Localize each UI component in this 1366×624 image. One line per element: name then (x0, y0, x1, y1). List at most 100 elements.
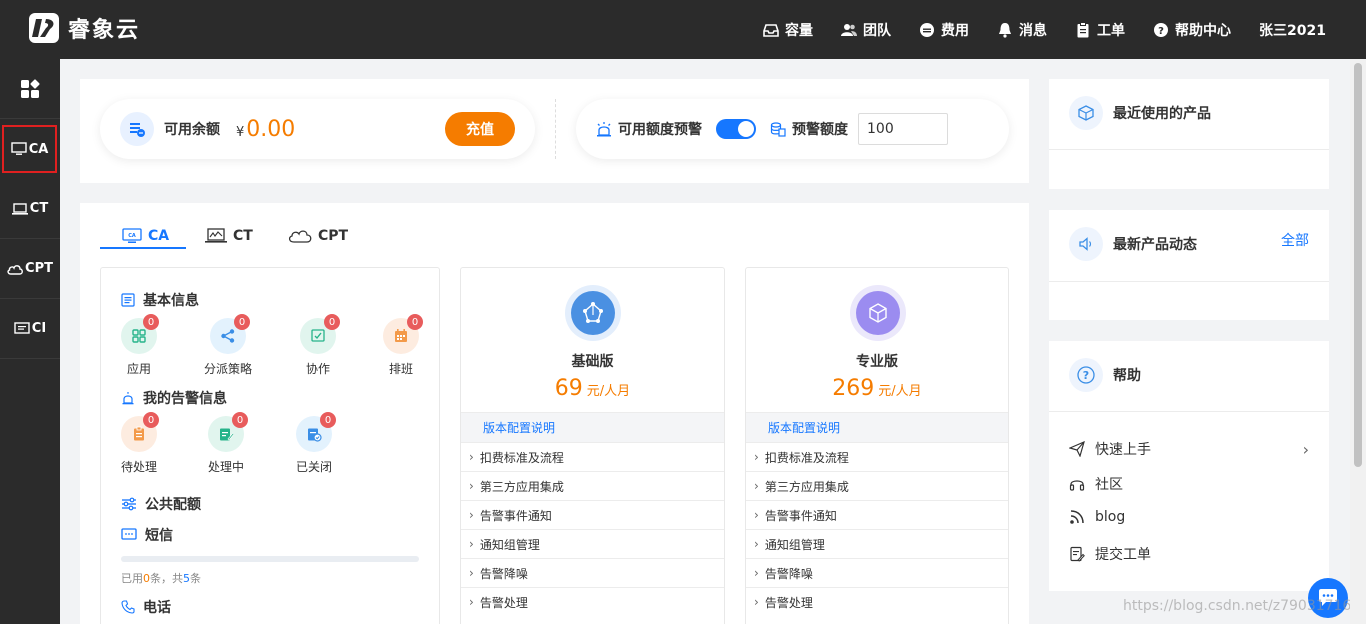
svg-text:?: ? (1083, 369, 1089, 382)
plan-feature-row[interactable]: › 第三方应用集成 (461, 471, 724, 500)
feature-label: 扣费标准及流程 (479, 450, 564, 465)
tile-collaboration[interactable]: 0 协作 (278, 314, 358, 377)
nav-team[interactable]: 团队 (841, 20, 891, 40)
feature-label: 扣费标准及流程 (764, 450, 849, 465)
sliders-icon (122, 497, 136, 511)
sms-progress-bar (121, 556, 419, 562)
plan-feature-row[interactable]: › 告警降噪 (461, 558, 724, 587)
user-name[interactable]: 张三2021 (1259, 20, 1326, 40)
help-card: ? 帮助 快速上手 › 社区 blog 提交工单 (1049, 341, 1329, 591)
currency-symbol: ¥ (236, 124, 245, 140)
news-all-link[interactable]: 全部 (1281, 230, 1309, 250)
tab-ca[interactable]: CA CA (122, 223, 169, 249)
scrollbar-thumb[interactable] (1354, 63, 1362, 467)
phone-title: 电话 (143, 600, 171, 616)
chevron-right-icon: › (469, 450, 474, 464)
help-item-blog[interactable]: blog (1069, 509, 1125, 525)
sidebar-item-ct[interactable]: CT (0, 179, 60, 239)
tile-closed[interactable]: 0 已关闭 (274, 412, 354, 475)
feature-label: 告警处理 (764, 595, 813, 610)
plan-feature-row[interactable]: › 告警处理 (461, 587, 724, 616)
product-news-card: 最新产品动态 全部 (1049, 210, 1329, 320)
tile-applications[interactable]: 0 应用 (99, 314, 179, 377)
feature-label: 告警处理 (479, 595, 528, 610)
plan-feature-row[interactable]: › 告警降噪 (746, 558, 1008, 587)
brand-name: 睿象云 (68, 18, 141, 43)
plan-price-row: 69 元/人月 (461, 376, 724, 401)
nav-messages-label: 消息 (1019, 22, 1048, 39)
balance-label: 可用余额 (164, 122, 220, 138)
count-badge: 0 (234, 314, 250, 330)
nav-messages[interactable]: 消息 (997, 20, 1047, 40)
plan-feature-row[interactable]: › 告警事件通知 (746, 500, 1008, 529)
chevron-right-icon: › (754, 566, 759, 580)
my-alerts-heading: 我的告警信息 (121, 388, 227, 408)
sidebar-item-ci[interactable]: CI (0, 299, 60, 359)
plan-feature-row[interactable]: › 扣费标准及流程 (746, 442, 1008, 471)
plan-feature-row[interactable]: › 第三方应用集成 (746, 471, 1008, 500)
monitor-icon: CA (122, 228, 142, 243)
tile-label: 待处理 (120, 460, 157, 474)
nav-billing[interactable]: 费用 (919, 20, 969, 40)
chevron-right-icon: › (469, 508, 474, 522)
nav-capacity[interactable]: 容量 (763, 20, 813, 40)
tile-pending[interactable]: 0 待处理 (99, 412, 179, 475)
nav-tickets[interactable]: 工单 (1075, 20, 1125, 40)
logo[interactable]: 睿象云 (28, 12, 140, 44)
plan-feature-row[interactable]: › 告警事件通知 (461, 500, 724, 529)
cloud-icon (288, 230, 312, 243)
nav-help-center[interactable]: ? 帮助中心 (1153, 20, 1231, 40)
plan-price: 69 (554, 376, 583, 401)
recent-products-title: 最近使用的产品 (1113, 106, 1211, 122)
basic-info-panel: 基本信息 0 应用 0 分派策略 0 协作 0 排班 我的告警信息 0 待处理 … (100, 267, 440, 624)
plan-feature-row[interactable]: › 扣费标准及流程 (461, 442, 724, 471)
nav-billing-label: 费用 (941, 22, 970, 39)
feature-label: 通知组管理 (764, 537, 825, 552)
tile-dispatch-policy[interactable]: 0 分派策略 (188, 314, 268, 377)
basic-info-title: 基本信息 (143, 293, 199, 309)
plan-config-link[interactable]: 版本配置说明 (746, 412, 1008, 442)
tab-active-indicator (100, 247, 186, 249)
coin-icon (920, 22, 935, 37)
sidebar-item-apps[interactable] (0, 59, 60, 119)
recent-products-heading: 最近使用的产品 (1069, 96, 1211, 130)
tile-schedule[interactable]: 0 排班 (361, 314, 441, 377)
scrollbar[interactable] (1350, 59, 1366, 624)
feature-label: 第三方应用集成 (764, 479, 849, 494)
plan-feature-row[interactable]: › 通知组管理 (746, 529, 1008, 558)
paper-plane-icon (1069, 441, 1085, 457)
tile-processing[interactable]: 0 处理中 (186, 412, 266, 475)
count-badge: 0 (407, 314, 423, 330)
recharge-button[interactable]: 充值 (445, 112, 515, 146)
plan-feature-row[interactable]: › 告警处理 (746, 587, 1008, 616)
phone-heading: 电话 (121, 597, 171, 617)
plan-icon-wrap (565, 285, 621, 341)
plan-config-link[interactable]: 版本配置说明 (461, 412, 724, 442)
tab-label: CPT (318, 228, 349, 244)
plan-name: 专业版 (856, 354, 898, 370)
plan-feature-row[interactable]: › 通知组管理 (461, 529, 724, 558)
help-item-community[interactable]: 社区 (1069, 474, 1123, 494)
atom-icon (571, 291, 615, 335)
top-bar: 睿象云 容量 团队 费用 消息 工单 ? 帮助中心 张三2021 (0, 0, 1366, 59)
tab-cpt[interactable]: CPT (288, 223, 348, 249)
chevron-right-icon: › (754, 450, 759, 464)
plan-price-row: 269 元/人月 (746, 376, 1008, 401)
count-badge: 0 (143, 412, 159, 428)
divider (1049, 281, 1329, 282)
help-item-submit-ticket[interactable]: 提交工单 (1069, 544, 1151, 564)
speaker-icon (1069, 227, 1103, 261)
sidebar-item-ca[interactable]: CA (2, 125, 57, 173)
watermark: https://blog.csdn.net/z790317160 (1123, 598, 1361, 614)
chevron-right-icon: › (469, 537, 474, 551)
tab-ct[interactable]: CT (205, 223, 253, 249)
chevron-right-icon: › (754, 508, 759, 522)
help-item-label: blog (1095, 509, 1126, 525)
tile-label: 协作 (305, 362, 330, 376)
alarm-icon (597, 122, 611, 137)
help-item-quickstart[interactable]: 快速上手 › (1069, 439, 1309, 459)
threshold-input[interactable] (858, 113, 948, 145)
alert-toggle[interactable] (716, 119, 756, 139)
svg-text:CA: CA (128, 233, 136, 239)
sidebar-item-cpt[interactable]: CPT (0, 239, 60, 299)
